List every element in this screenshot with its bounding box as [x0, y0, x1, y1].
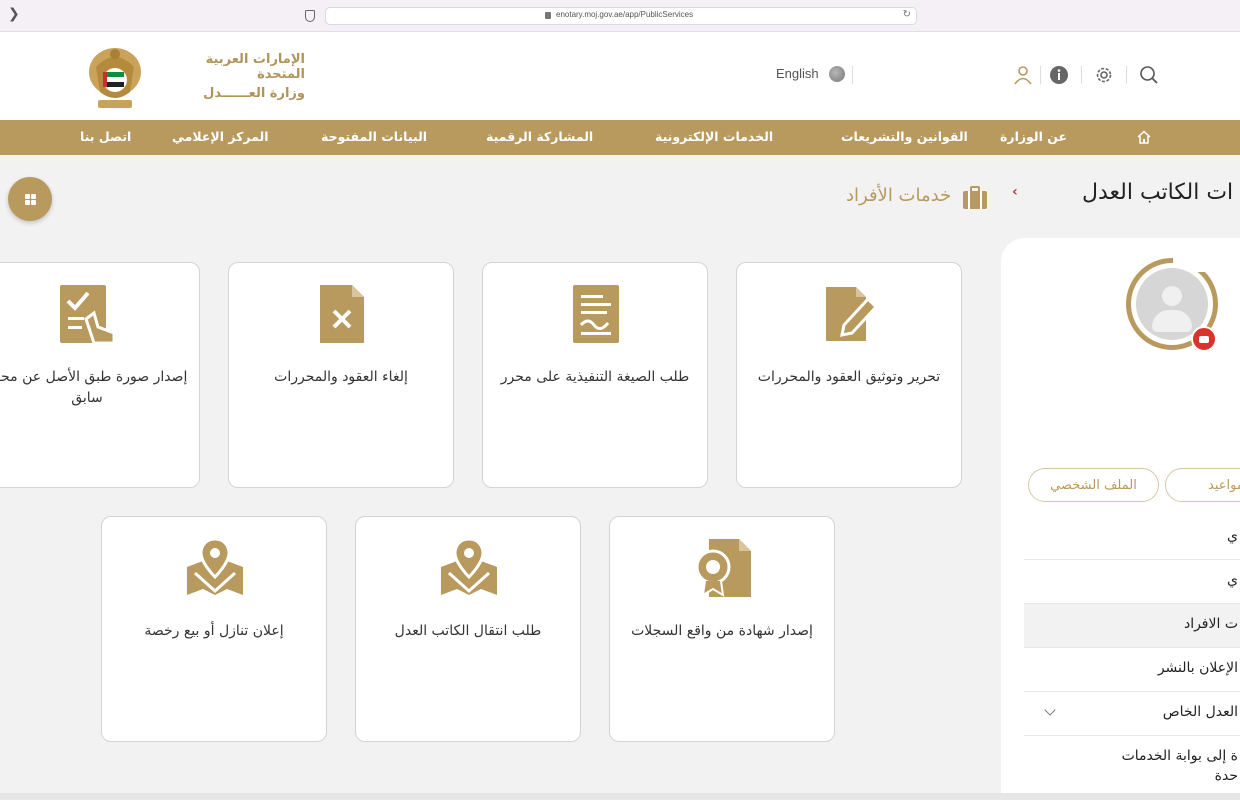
header-divider — [1126, 66, 1127, 84]
service-card-notary-relocation[interactable]: طلب انتقال الكاتب العدل — [355, 516, 581, 742]
map-pin-icon — [187, 537, 243, 595]
header-divider — [852, 66, 853, 84]
service-card-true-copy[interactable]: إصدار صورة طبق الأصل عن محرر سابق — [0, 262, 200, 488]
grid-icon — [25, 194, 30, 199]
service-card-label: إلغاء العقود والمحررات — [274, 369, 408, 385]
search-icon[interactable] — [1139, 65, 1159, 85]
sidebar-menu-item-services-portal[interactable]: ة إلى بوابة الخدمات حدة — [1024, 736, 1240, 796]
certificate-icon — [695, 539, 751, 597]
service-card-label: إصدار صورة طبق الأصل عن محرر سابق — [0, 369, 188, 406]
tab-appointments[interactable]: المواعيد — [1165, 468, 1240, 502]
user-sidebar: الملف الشخصي المواعيد ي ي ت الافراد الإع… — [1001, 238, 1240, 800]
camera-icon[interactable] — [1191, 326, 1217, 352]
document-edit-icon — [826, 287, 879, 341]
person-icon — [1162, 286, 1182, 306]
ministry-line2: وزارة العــــــدل — [203, 86, 305, 101]
sidebar-menu-item[interactable]: ي — [1024, 516, 1240, 560]
site-header: الإمارات العربية المتحدة وزارة العــــــ… — [0, 32, 1240, 120]
document-check-icon — [60, 285, 116, 345]
lock-icon — [545, 12, 551, 19]
service-card-executive-form[interactable]: طلب الصيغة التنفيذية على محرر — [482, 262, 708, 488]
uae-emblem-logo[interactable] — [86, 42, 144, 112]
sidebar-menu-item-private-notary[interactable]: العدل الخاص — [1024, 692, 1240, 736]
document-lines-icon — [573, 285, 619, 343]
nav-item-digital-participation[interactable]: المشاركة الرقمية — [486, 129, 593, 144]
home-icon[interactable] — [1136, 129, 1152, 145]
service-card-label: إعلان تنازل أو بيع رخصة — [144, 623, 284, 639]
sidebar-menu-item[interactable]: ي — [1024, 560, 1240, 604]
sidebar-menu-item-publication[interactable]: الإعلان بالنشر — [1024, 648, 1240, 692]
header-divider — [1081, 66, 1082, 84]
horizontal-scrollbar[interactable] — [0, 793, 1240, 800]
service-card-contract-notarization[interactable]: تحرير وتوثيق العقود والمحررات — [736, 262, 962, 488]
nav-item-contact[interactable]: اتصل بنا — [80, 129, 131, 144]
nav-item-about[interactable]: عن الوزارة — [1000, 129, 1067, 144]
grid-view-button[interactable] — [8, 177, 52, 221]
globe-icon[interactable] — [829, 66, 845, 82]
service-card-license-transfer[interactable]: إعلان تنازل أو بيع رخصة — [101, 516, 327, 742]
ministry-line1: الإمارات العربية المتحدة — [205, 52, 305, 82]
shield-icon[interactable] — [305, 10, 315, 22]
nav-item-laws[interactable]: القوانين والتشريعات — [841, 129, 968, 144]
ministry-name: الإمارات العربية المتحدة وزارة العــــــ… — [155, 52, 305, 101]
chevron-down-icon[interactable] — [1044, 704, 1056, 716]
nav-item-eservices[interactable]: الخدمات الإلكترونية — [655, 129, 773, 144]
nav-item-open-data[interactable]: البيانات المفتوحة — [321, 129, 427, 144]
info-icon[interactable] — [1049, 65, 1069, 85]
reload-icon[interactable]: ↻ — [903, 9, 911, 20]
back-arrow-icon[interactable]: ❯ — [8, 6, 20, 22]
sidebar-menu-item-individual-services[interactable]: ت الافراد — [1024, 604, 1240, 648]
service-card-records-certificate[interactable]: إصدار شهادة من واقع السجلات — [609, 516, 835, 742]
service-card-label: طلب انتقال الكاتب العدل — [394, 623, 542, 639]
briefcase-icon — [963, 186, 987, 209]
user-icon[interactable] — [1013, 65, 1033, 85]
browser-chrome: ❯ enotary.moj.gov.ae/app/PublicServices … — [0, 0, 1240, 32]
service-card-label: تحرير وتوثيق العقود والمحررات — [757, 369, 941, 385]
url-text: enotary.moj.gov.ae/app/PublicServices — [556, 10, 694, 19]
header-divider — [1040, 66, 1041, 84]
chevron-left-icon[interactable]: ‹ — [1012, 184, 1018, 200]
map-pin-icon — [441, 537, 497, 595]
language-switch[interactable]: English — [776, 66, 819, 81]
document-cancel-icon — [320, 285, 364, 343]
page-title: ات الكاتب العدل — [1082, 180, 1234, 205]
section-title: خدمات الأفراد — [846, 185, 952, 206]
address-bar[interactable]: enotary.moj.gov.ae/app/PublicServices ↻ — [325, 7, 917, 25]
tab-profile[interactable]: الملف الشخصي — [1028, 468, 1159, 502]
nav-item-media-center[interactable]: المركز الإعلامي — [172, 129, 269, 144]
service-card-label: إصدار شهادة من واقع السجلات — [631, 623, 813, 639]
main-navigation: عن الوزارة القوانين والتشريعات الخدمات ا… — [0, 120, 1240, 155]
gear-icon[interactable] — [1094, 65, 1114, 85]
service-card-cancel-contracts[interactable]: إلغاء العقود والمحررات — [228, 262, 454, 488]
service-card-label: طلب الصيغة التنفيذية على محرر — [500, 369, 690, 385]
